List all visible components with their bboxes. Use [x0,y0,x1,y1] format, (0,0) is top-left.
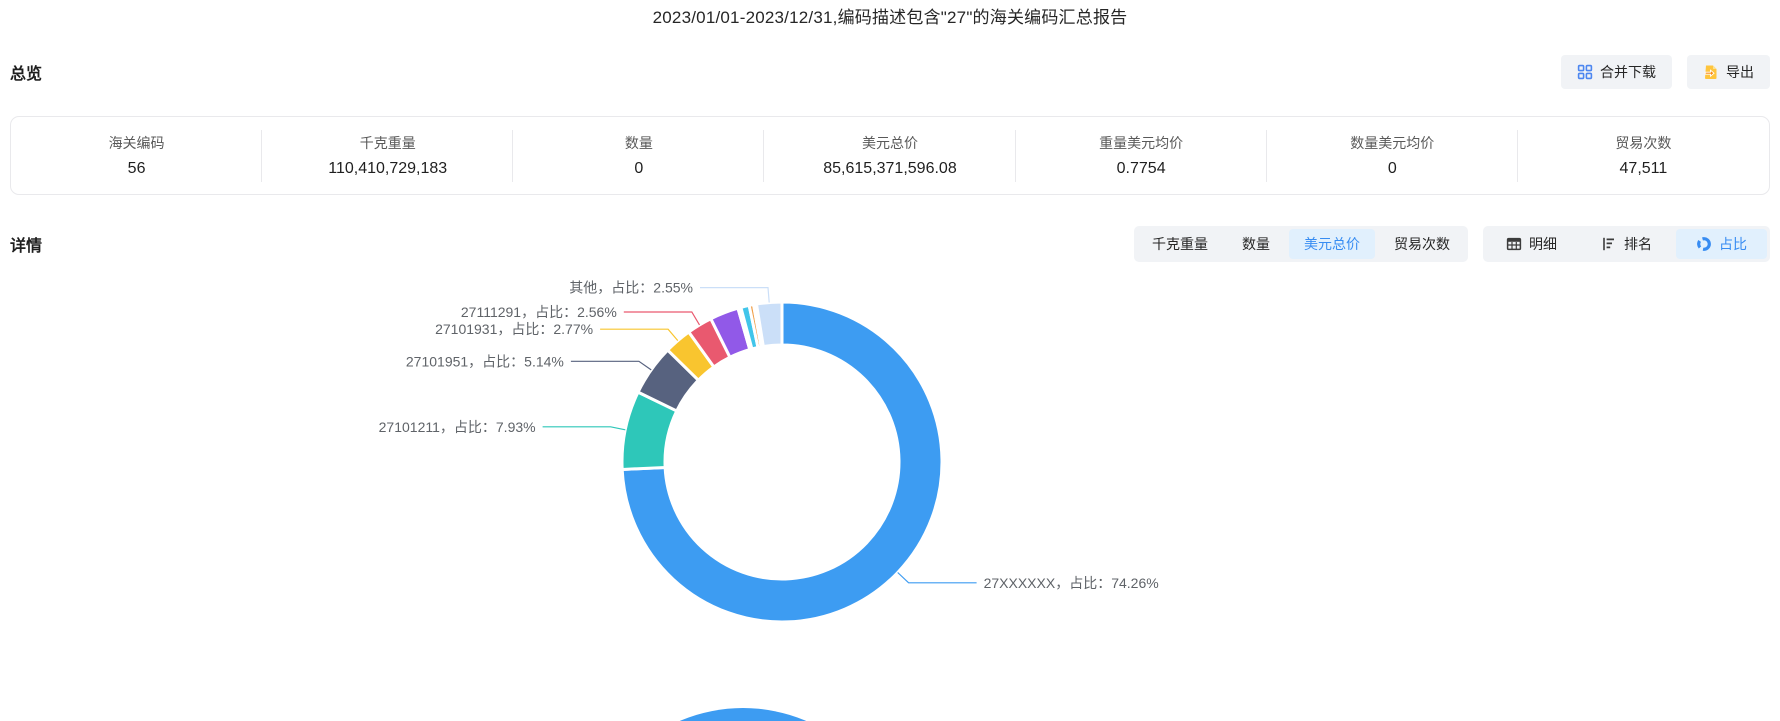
stat-label: 重量美元均价 [1099,135,1184,151]
pie-label: 27101931，占比：2.77% [435,321,593,337]
stat-label: 数量美元均价 [1350,135,1435,151]
metric-tab[interactable]: 美元总价 [1289,229,1375,259]
view-tab[interactable]: 排名 [1581,229,1672,259]
stat-col: 数量 0 [513,117,764,194]
export-button[interactable]: 导出 [1687,55,1770,89]
view-tab-label: 占比 [1719,236,1747,252]
details-heading: 详情 [10,238,43,255]
export-label: 导出 [1726,64,1754,80]
stat-col: 美元总价 85,615,371,596.08 [764,117,1015,194]
stat-label: 数量 [624,135,653,151]
metric-tab-label: 千克重量 [1152,236,1208,252]
details-header-row: 详情 千克重量 数量 美元总价 贸易次数 明细 排名 占比 [10,225,1770,263]
stat-label: 美元总价 [861,135,918,151]
metric-tab[interactable]: 数量 [1227,229,1285,259]
table-icon [1506,236,1522,252]
merge-download-label: 合并下载 [1600,64,1656,80]
stat-value: 110,410,729,183 [328,160,448,177]
stat-label: 贸易次数 [1615,135,1672,151]
view-tab-label: 明细 [1529,236,1557,252]
merge-download-button[interactable]: 合并下载 [1561,55,1672,89]
stat-value: 47,511 [1619,160,1668,177]
overview-heading: 总览 [10,66,43,83]
metric-tab-label: 数量 [1242,236,1270,252]
pie-chart-canvas: 27XXXXXX，占比：74.26% 27101211，占比：7.93% 27101… [379,280,1159,721]
next-chart-fragment [679,708,807,721]
pie-label-line [700,287,770,303]
pie-label: 27101211，占比：7.93% [379,419,536,435]
stats-card: 海关编码 56 千克重量 110,410,729,183 数量 0 美元总价 85,615,3… [10,116,1770,195]
pie-label-line [570,360,652,371]
pie-icon [1696,236,1712,252]
view-tab[interactable]: 占比 [1676,229,1767,259]
metric-tab-label: 贸易次数 [1394,236,1450,252]
stat-value: 85,615,371,596.08 [823,160,957,177]
stat-label: 千克重量 [359,135,416,151]
metric-tab[interactable]: 贸易次数 [1379,229,1465,259]
pie-label-line [897,572,977,584]
stat-col: 数量美元均价 0 [1267,117,1518,194]
overview-actions: 合并下载 导出 [1561,55,1770,89]
stat-col: 贸易次数 47,511 [1518,117,1769,194]
report-page: 2023/01/01-2023/12/31,编码描述包含"27"的海关编码汇总报… [0,0,1780,721]
pie-label: 27111291，占比：2.56% [461,304,617,320]
view-tab-label: 排名 [1624,236,1652,252]
export-icon [1703,64,1719,80]
rank-icon [1601,236,1617,252]
pie-label: 27101951，占比：5.14% [406,353,564,369]
view-tab[interactable]: 明细 [1486,229,1577,259]
pie-label-line [542,426,626,431]
share-pie-chart: 27XXXXXX，占比：74.26% 27101211，占比：7.93% 27101… [0,269,1780,721]
report-title: 2023/01/01-2023/12/31,编码描述包含"27"的海关编码汇总报… [652,8,1128,27]
stat-value: 0 [1387,160,1397,177]
pie-label: 其他，占比：2.55% [569,280,693,296]
stat-value: 0.7754 [1116,160,1166,177]
details-actions: 千克重量 数量 美元总价 贸易次数 明细 排名 占比 [1134,226,1770,262]
stat-col: 千克重量 110,410,729,183 [262,117,513,194]
stat-value: 0 [634,160,644,177]
metric-tab[interactable]: 千克重量 [1137,229,1223,259]
stat-value: 56 [127,160,146,177]
merge-download-icon [1577,64,1593,80]
metric-tab-group: 千克重量 数量 美元总价 贸易次数 [1134,226,1468,262]
stat-col: 海关编码 56 [11,117,262,194]
pie-label: 27XXXXXX，占比：74.26% [984,575,1159,591]
view-tab-group: 明细 排名 占比 [1483,226,1770,262]
stat-label: 海关编码 [108,135,165,151]
pie-label-line [600,328,679,341]
overview-header-row: 总览 合并下载 导出 [10,54,1770,90]
stat-col: 重量美元均价 0.7754 [1016,117,1267,194]
pie-label-line [623,311,701,326]
metric-tab-label: 美元总价 [1304,236,1360,252]
